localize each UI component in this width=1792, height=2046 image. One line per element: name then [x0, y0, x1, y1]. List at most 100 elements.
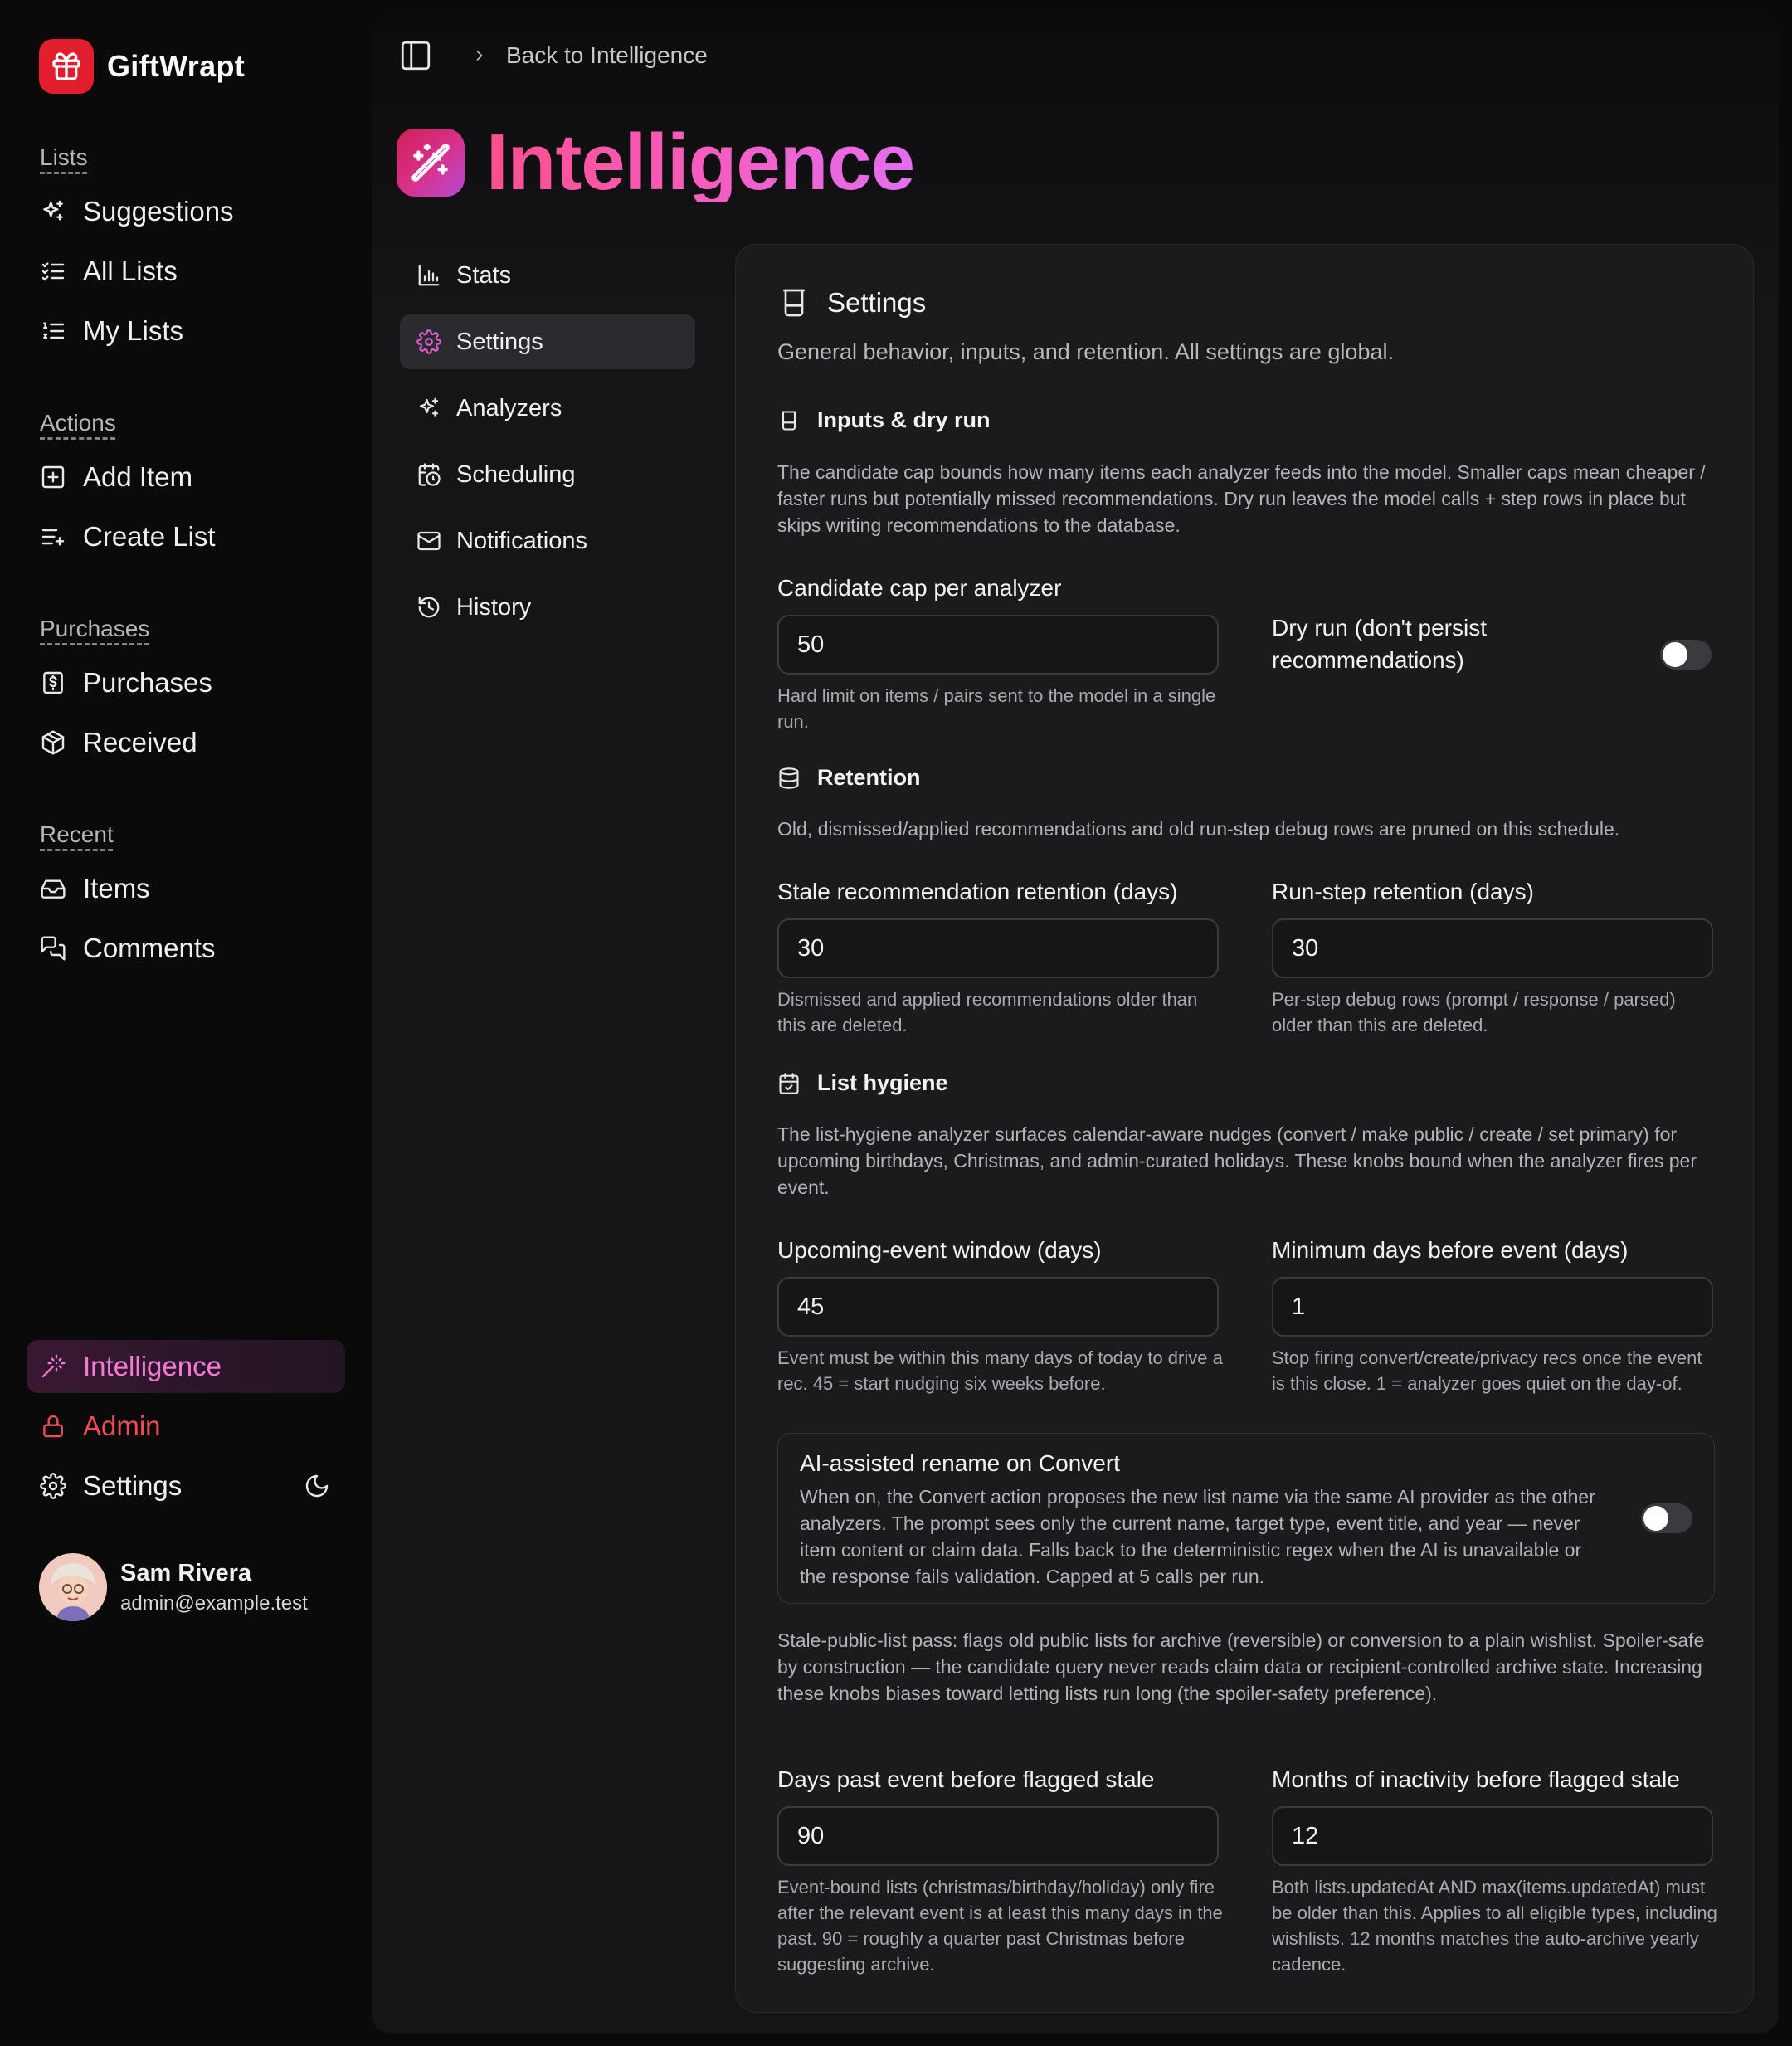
calendar-clock-icon [418, 463, 441, 486]
stale-retention-input[interactable]: 30 [777, 918, 1219, 978]
gear-icon [416, 329, 441, 354]
sparkles-icon [43, 200, 63, 221]
user-name: Sam Rivera [120, 1559, 251, 1586]
stale-list-description: Stale-public-list pass: flags old public… [777, 1629, 1705, 1704]
brand[interactable]: GiftWrapt [39, 39, 245, 94]
tab-history[interactable]: History [400, 580, 695, 635]
sidebar-item-purchases[interactable]: Purchases [27, 656, 345, 709]
tab-notifications[interactable]: Notifications [400, 514, 695, 568]
stale-retention-label: Stale recommendation retention (days) [777, 879, 1178, 904]
upcoming-window-input[interactable]: 45 [777, 1277, 1219, 1337]
avatar [39, 1553, 107, 1621]
back-to-intelligence-link[interactable]: Back to Intelligence [506, 42, 708, 69]
user-profile[interactable]: Sam Rivera admin@example.test [39, 1553, 308, 1621]
min-days-label: Minimum days before event (days) [1272, 1237, 1629, 1263]
brand-name: GiftWrapt [107, 49, 246, 83]
months-inactivity-input[interactable]: 12 [1272, 1806, 1713, 1866]
toggle-knob [1663, 642, 1687, 667]
gear-icon [40, 1473, 66, 1499]
sidebar-item-received[interactable]: Received [27, 716, 345, 769]
sidebar-item-label: Create List [83, 521, 216, 552]
panel-toggle-icon[interactable] [398, 38, 433, 73]
dry-run-toggle[interactable] [1660, 640, 1712, 670]
sidebar-item-label: Settings [83, 1470, 183, 1501]
section-description: The list-hygiene analyzer surfaces calen… [777, 1123, 1697, 1198]
upcoming-window-label: Upcoming-event window (days) [777, 1237, 1102, 1263]
tab-settings[interactable]: Settings [400, 314, 695, 369]
section-list-hygiene: List hygiene [777, 1070, 948, 1096]
beaker-icon [781, 410, 797, 431]
tab-label: Notifications [456, 527, 587, 554]
candidate-cap-input[interactable]: 50 [777, 615, 1219, 675]
sidebar-item-label: Received [83, 727, 197, 758]
dry-run-label: Dry run (don't persist recommendations) [1272, 615, 1487, 673]
mail-icon [417, 531, 441, 551]
min-days-hint: Stop firing convert/create/privacy recs … [1272, 1347, 1702, 1394]
nav-group-lists[interactable]: Lists [40, 144, 88, 171]
sidebar-item-label: Items [83, 873, 150, 904]
card-title: Settings [777, 286, 926, 319]
run-step-retention-hint: Per-step debug rows (prompt / response /… [1272, 989, 1676, 1035]
calendar-check-icon [779, 1072, 799, 1094]
sidebar-item-my-lists[interactable]: My Lists [27, 304, 345, 358]
topbar: Back to Intelligence [398, 38, 708, 73]
main-panel: Back to Intelligence Intelligence Stats … [372, 13, 1779, 2033]
tab-label: Stats [456, 261, 512, 289]
gift-icon [39, 39, 94, 94]
months-inactivity-hint: Both lists.updatedAt AND max(items.updat… [1272, 1877, 1717, 1975]
candidate-cap-hint: Hard limit on items / pairs sent to the … [777, 685, 1216, 732]
user-email: admin@example.test [120, 1591, 308, 1615]
sidebar-item-intelligence[interactable]: Intelligence [27, 1340, 345, 1393]
ai-rename-toggle[interactable] [1641, 1503, 1692, 1533]
min-days-input[interactable]: 1 [1272, 1277, 1713, 1337]
list-plus-icon [41, 529, 65, 546]
receipt-icon [43, 671, 63, 694]
sidebar-item-label: All Lists [83, 256, 178, 286]
nav-group-actions[interactable]: Actions [40, 410, 116, 436]
nav-group-purchases[interactable]: Purchases [40, 616, 149, 642]
sidebar-item-suggestions[interactable]: Suggestions [27, 185, 345, 238]
section-description: The candidate cap bounds how many items … [777, 461, 1706, 536]
run-step-retention-input[interactable]: 30 [1272, 918, 1713, 978]
sidebar-item-all-lists[interactable]: All Lists [27, 245, 345, 298]
ai-rename-box: AI-assisted rename on Convert When on, t… [777, 1433, 1715, 1604]
sidebar-item-comments[interactable]: Comments [27, 922, 345, 975]
sidebar-item-label: Intelligence [83, 1351, 222, 1381]
nav-group-recent[interactable]: Recent [40, 821, 114, 848]
tab-scheduling[interactable]: Scheduling [400, 447, 695, 502]
section-inputs: Inputs & dry run [777, 407, 991, 433]
tab-analyzers[interactable]: Analyzers [400, 381, 695, 436]
lock-icon [43, 1415, 63, 1438]
ai-rename-description: When on, the Convert action proposes the… [800, 1486, 1595, 1587]
wand-sparkles-icon [41, 1354, 66, 1378]
card-title-text: Settings [827, 287, 927, 318]
tab-label: History [456, 593, 532, 621]
sidebar-item-label: My Lists [83, 315, 184, 346]
days-past-input[interactable]: 90 [777, 1806, 1219, 1866]
database-icon [779, 767, 799, 789]
sidebar: GiftWrapt Lists Suggestions All Lists My… [0, 0, 370, 2046]
section-retention: Retention [777, 765, 921, 791]
list-checks-icon [41, 262, 65, 281]
sidebar-item-admin[interactable]: Admin [27, 1400, 345, 1453]
sidebar-item-create-list[interactable]: Create List [27, 510, 345, 563]
sparkles-icon [419, 397, 439, 417]
moon-icon[interactable] [304, 1473, 330, 1499]
tab-label: Settings [456, 328, 543, 355]
months-inactivity-label: Months of inactivity before flagged stal… [1272, 1766, 1680, 1792]
sidebar-item-label: Admin [83, 1410, 161, 1441]
section-description: Old, dismissed/applied recommendations a… [777, 818, 1620, 840]
chevron-right-icon [476, 51, 483, 61]
toggle-knob [1643, 1506, 1668, 1531]
sidebar-item-add-item[interactable]: Add Item [27, 451, 345, 504]
candidate-cap-label: Candidate cap per analyzer [777, 575, 1062, 601]
sidebar-item-settings[interactable]: Settings [27, 1459, 345, 1513]
beaker-icon [783, 289, 805, 317]
card-description: General behavior, inputs, and retention.… [777, 339, 1394, 364]
tab-stats[interactable]: Stats [400, 248, 695, 303]
sidebar-item-items[interactable]: Items [27, 862, 345, 915]
page-title: Intelligence [486, 118, 915, 207]
days-past-hint: Event-bound lists (christmas/birthday/ho… [777, 1877, 1223, 1975]
ai-rename-title: AI-assisted rename on Convert [800, 1450, 1120, 1476]
sidebar-item-label: Comments [83, 933, 216, 963]
